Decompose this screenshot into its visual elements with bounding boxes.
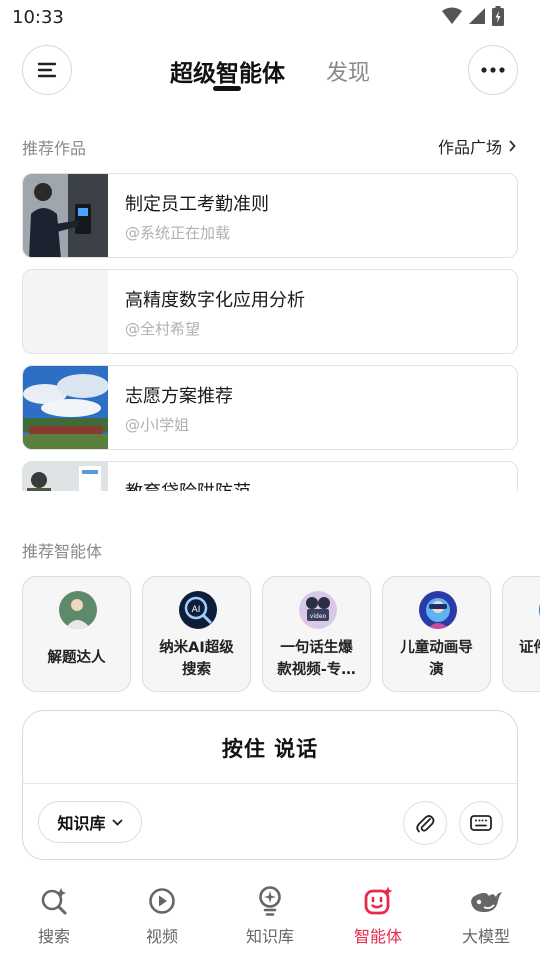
divider (23, 783, 517, 784)
chevron-right-icon (509, 140, 516, 152)
work-thumbnail (23, 462, 108, 491)
agent-name: 纳米AI超级 (159, 640, 234, 656)
search-sparkle-icon (41, 888, 67, 915)
status-time: 10:33 (12, 7, 64, 28)
nav-label: 知识库 (245, 927, 294, 946)
agent-avatar (59, 591, 97, 629)
top-header: 超级智能体 发现 (0, 40, 540, 100)
attach-button[interactable] (403, 801, 447, 845)
more-dots-icon (481, 67, 505, 73)
works-section-label: 推荐作品 (22, 139, 87, 158)
tab-super-agent[interactable]: 超级智能体 (170, 54, 285, 88)
svg-text:video: video (310, 613, 327, 620)
agent-card[interactable]: 解题达人 (22, 576, 131, 692)
agent-name: 演 (429, 662, 444, 678)
work-author: @全村希望 (125, 320, 201, 338)
works-plaza-label: 作品广场 (437, 138, 502, 157)
knowledge-base-label: 知识库 (57, 814, 106, 833)
bottom-nav: 搜索 视频 知识库 智能体 大模型 (0, 880, 540, 960)
agent-avatar (419, 591, 457, 629)
wifi-icon (442, 7, 462, 24)
signal-icon (469, 8, 485, 24)
nav-item-agents[interactable]: 智能体 (324, 880, 432, 950)
work-thumbnail (23, 270, 108, 353)
works-plaza-link[interactable]: 作品广场 (438, 134, 516, 158)
battery-icon (492, 6, 504, 26)
chevron-down-icon (111, 818, 123, 826)
agents-row[interactable]: 解题达人 AI 纳米AI超级 搜索 video 一句话生爆 款视频-专… 儿童动… (22, 576, 540, 693)
nav-label: 大模型 (461, 927, 510, 946)
agent-avatar: AI (179, 591, 217, 629)
whale-icon (471, 892, 502, 912)
keyboard-button[interactable] (459, 801, 503, 845)
agents-section-label: 推荐智能体 (22, 542, 103, 561)
nav-label: 智能体 (353, 927, 402, 946)
nav-label: 搜索 (37, 927, 70, 946)
svg-text:AI: AI (192, 605, 201, 615)
menu-button[interactable] (22, 45, 72, 95)
agent-card[interactable]: 儿童动画导 演 (382, 576, 491, 692)
menu-icon (37, 62, 57, 78)
work-author: @小l学姐 (125, 416, 190, 434)
agent-name: 解题达人 (47, 650, 106, 666)
nav-item-model[interactable]: 大模型 (432, 880, 540, 950)
agent-name: 儿童动画导 (400, 640, 473, 656)
nav-label: 视频 (145, 927, 178, 946)
tab-discover[interactable]: 发现 (326, 55, 370, 87)
knowledge-base-dropdown[interactable]: 知识库 (38, 801, 142, 843)
work-card[interactable]: 教育贷险阱防范 (22, 461, 518, 491)
work-thumbnail (23, 366, 108, 449)
works-list: 制定员工考勤准则 @系统正在加载 高精度数字化应用分析 @全村希望 志愿方案推荐… (22, 173, 518, 491)
video-play-icon (149, 888, 175, 914)
keyboard-icon (470, 815, 492, 831)
work-title: 志愿方案推荐 (125, 386, 233, 407)
nav-item-knowledge[interactable]: 知识库 (216, 880, 324, 950)
nav-item-video[interactable]: 视频 (108, 880, 216, 950)
nav-item-search[interactable]: 搜索 (0, 880, 108, 950)
agent-card[interactable]: 证件 (502, 576, 540, 692)
more-button[interactable] (468, 45, 518, 95)
work-title: 高精度数字化应用分析 (125, 290, 305, 311)
work-title: 制定员工考勤准则 (125, 194, 269, 215)
lightbulb-icon (259, 886, 281, 916)
hold-to-talk-button[interactable]: 按住 说话 (23, 733, 517, 763)
work-card[interactable]: 制定员工考勤准则 @系统正在加载 (22, 173, 518, 258)
status-icons (442, 6, 504, 26)
paperclip-icon (416, 815, 435, 833)
work-author: @系统正在加载 (125, 224, 231, 242)
work-thumbnail (23, 174, 108, 257)
active-tab-indicator (213, 86, 241, 91)
status-bar: 10:33 (0, 0, 540, 36)
work-card[interactable]: 志愿方案推荐 @小l学姐 (22, 365, 518, 450)
agent-name: 证件 (519, 640, 540, 656)
agent-name: 搜索 (182, 662, 211, 678)
agent-name: 一句话生爆 (280, 640, 353, 656)
work-card[interactable]: 高精度数字化应用分析 @全村希望 (22, 269, 518, 354)
agent-face-icon (364, 886, 393, 915)
agent-avatar: video (299, 591, 337, 629)
work-title: 教育贷险阱防范 (125, 478, 251, 491)
voice-input-panel: 按住 说话 知识库 (22, 710, 518, 860)
agent-card[interactable]: video 一句话生爆 款视频-专… (262, 576, 371, 692)
agent-card[interactable]: AI 纳米AI超级 搜索 (142, 576, 251, 692)
agent-name: 款视频-专… (277, 662, 356, 678)
